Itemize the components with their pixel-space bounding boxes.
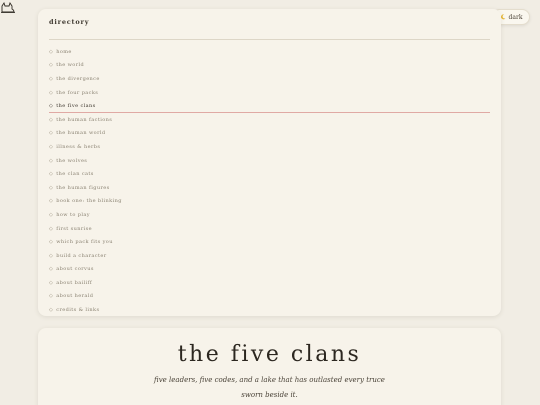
directory-item-label: the world: [56, 62, 85, 69]
directory-item-label: the four packs: [56, 89, 99, 96]
directory-item[interactable]: ◇ the wolves: [49, 154, 490, 168]
diamond-icon: ◇: [49, 239, 54, 246]
directory-item[interactable]: ◇ book one: the blinking: [49, 195, 490, 209]
page-title: the five clans: [177, 342, 362, 367]
diamond-icon: ◇: [49, 184, 54, 191]
directory-list: ◇ home ◇ the world ◇ the divergence ◇ the four …: [49, 45, 490, 317]
directory-item-label: illness & herbs: [56, 143, 101, 150]
diamond-icon: ◇: [49, 116, 54, 123]
diamond-icon: ◇: [49, 293, 54, 300]
directory-item[interactable]: ◇ the human world: [49, 127, 490, 141]
directory-item[interactable]: ◇ the human figures: [49, 181, 490, 195]
directory-item-label: book one: the blinking: [56, 198, 122, 205]
directory-item[interactable]: ◇ the clan cats: [49, 167, 490, 181]
directory-item[interactable]: ◇ first sunrise: [49, 222, 490, 236]
diamond-icon: ◇: [49, 225, 54, 232]
directory-item-label: about herald: [56, 293, 94, 300]
directory-item[interactable]: ◇ the divergence: [49, 72, 490, 86]
directory-item[interactable]: ◇ illness & herbs: [49, 140, 490, 154]
diamond-icon: ◇: [49, 279, 54, 286]
directory-item[interactable]: ◇ build a character: [49, 249, 490, 263]
directory-item[interactable]: ◇ about bailiff: [49, 276, 490, 290]
directory-item-label: the wolves: [56, 157, 88, 164]
directory-item-label: the divergence: [56, 75, 100, 82]
directory-item-label: about corvus: [56, 266, 94, 273]
directory-item[interactable]: ◇ the human factions: [49, 113, 490, 127]
directory-item-label: credits & links: [56, 307, 100, 314]
diamond-icon: ◇: [49, 103, 54, 110]
directory-item-label: the clan cats: [56, 171, 94, 178]
directory-item[interactable]: ◇ the five clans: [49, 99, 490, 114]
directory-item[interactable]: ◇ home: [49, 45, 490, 59]
diamond-icon: ◇: [49, 211, 54, 218]
diamond-icon: ◇: [49, 130, 54, 137]
directory-item-label: the human world: [56, 130, 106, 137]
diamond-icon: ◇: [49, 266, 54, 273]
theme-toggle-label: dark: [508, 13, 523, 21]
directory-item-label: which pack fits you: [56, 239, 113, 246]
directory-item[interactable]: ◇ the world: [49, 59, 490, 73]
directory-item[interactable]: ◇ about corvus: [49, 263, 490, 277]
directory-item[interactable]: ◇ the four packs: [49, 86, 490, 100]
directory-divider: [49, 39, 490, 40]
directory-item-label: how to play: [56, 211, 90, 218]
diamond-icon: ◇: [49, 48, 54, 55]
diamond-icon: ◇: [49, 171, 54, 178]
page-subtitle: five leaders, five codes, and a lake tha…: [154, 376, 385, 399]
directory-item[interactable]: ◇ credits & links: [49, 303, 490, 317]
cat-logo-icon[interactable]: [1, 1, 15, 13]
directory-item[interactable]: ◇ how to play: [49, 208, 490, 222]
directory-item-label: build a character: [56, 252, 107, 259]
diamond-icon: ◇: [49, 89, 54, 96]
diamond-icon: ◇: [49, 198, 54, 205]
diamond-icon: ◇: [49, 307, 54, 314]
diamond-icon: ◇: [49, 143, 54, 150]
directory-item-label: the human figures: [56, 184, 110, 191]
directory-item-label: first sunrise: [56, 225, 92, 232]
directory-item-label: home: [56, 48, 72, 55]
diamond-icon: ◇: [49, 157, 54, 164]
diamond-icon: ◇: [49, 75, 54, 82]
directory-item-label: about bailiff: [56, 279, 93, 286]
hero-card: the five clans five leaders, five codes,…: [38, 328, 501, 405]
directory-item-label: the five clans: [56, 103, 96, 110]
directory-item[interactable]: ◇ about herald: [49, 290, 490, 304]
directory-item-label: the human factions: [56, 116, 113, 123]
diamond-icon: ◇: [49, 252, 54, 259]
directory-card: directory ◇ home ◇ the world ◇ the divergence…: [38, 9, 501, 316]
diamond-icon: ◇: [49, 62, 54, 69]
directory-item[interactable]: ◇ which pack fits you: [49, 235, 490, 249]
directory-title: directory: [49, 18, 90, 26]
